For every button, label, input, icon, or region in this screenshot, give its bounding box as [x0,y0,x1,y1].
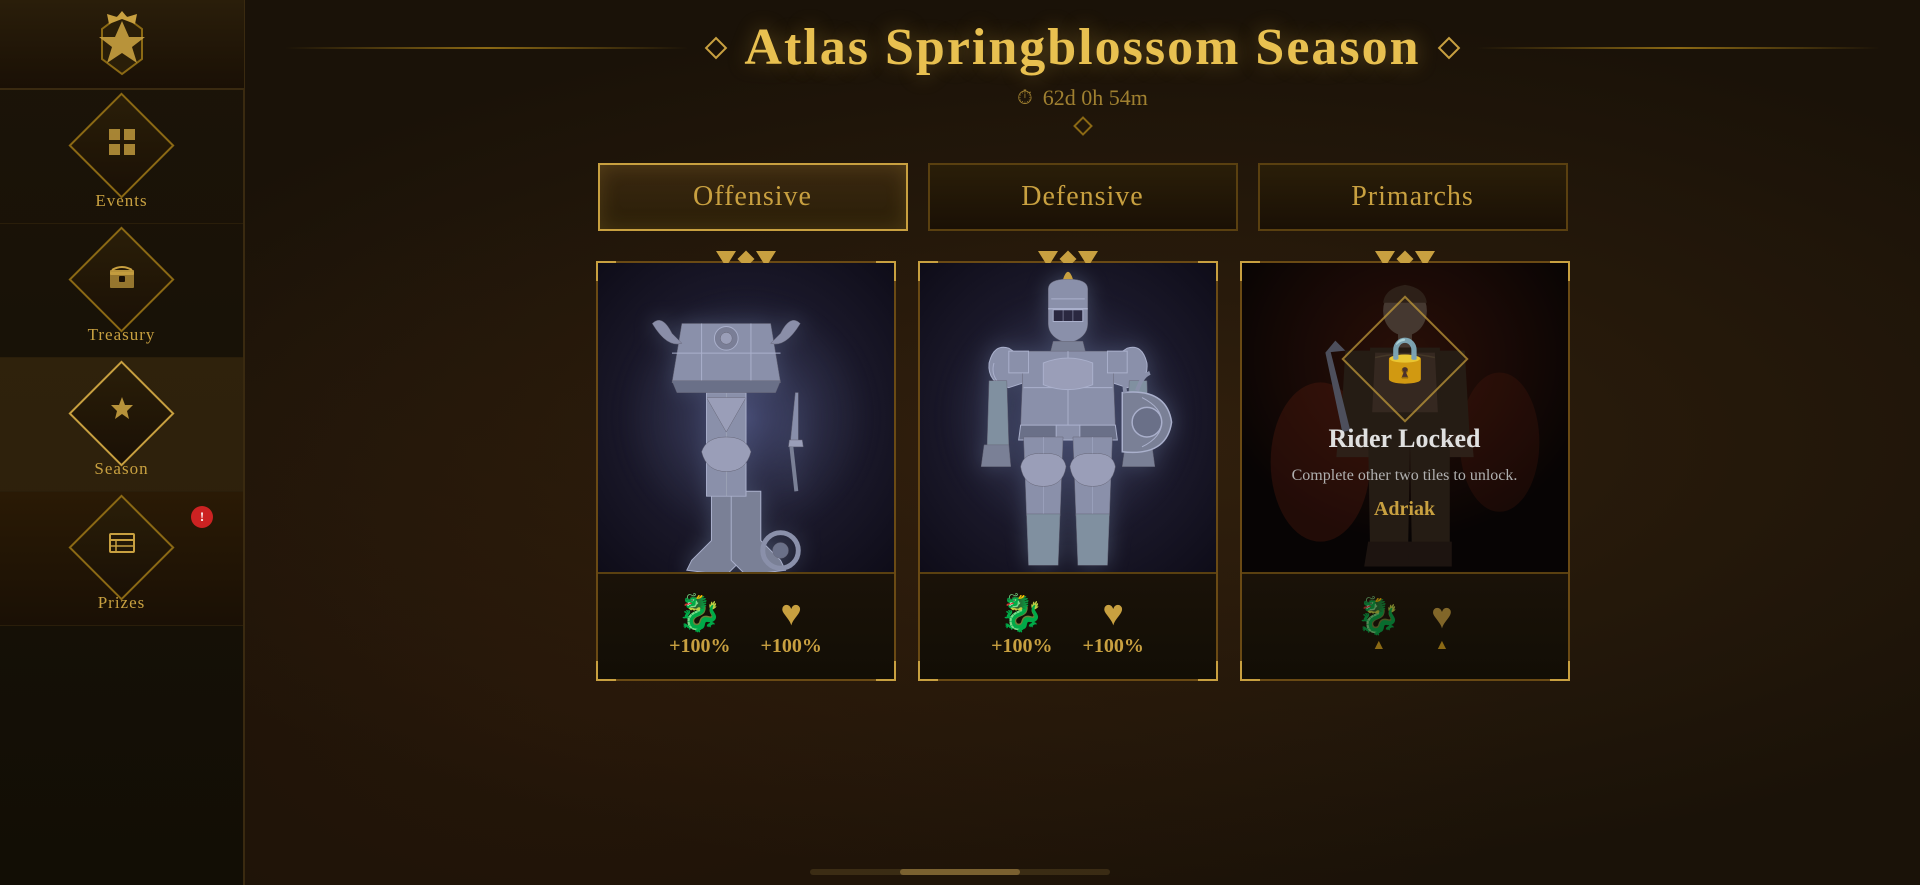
heart-bonus-1: ♥ +100% [761,595,822,658]
timer-text: 62d 0h 54m [1043,85,1148,111]
timer-icon: ⏱ [1017,87,1033,110]
dragon-icon-2: 🐉 [999,595,1044,631]
heart-icon-1: ♥ [781,595,802,631]
events-icon [106,126,138,166]
card-3-locked[interactable]: 🔒 Rider Locked Complete other two tiles … [1240,261,1570,681]
tab-offensive[interactable]: Offensive [598,163,908,231]
dragon-percent-2: +100% [991,635,1052,658]
sidebar-item-season[interactable]: Season [0,358,243,492]
locked-name: Adriak [1374,498,1435,521]
prizes-icon-wrap [84,510,159,585]
locked-overlay: 🔒 Rider Locked Complete other two tiles … [1242,263,1568,572]
heart-percent-2: +100% [1083,635,1144,658]
tab-defensive[interactable]: Defensive [928,163,1238,231]
card-2[interactable]: 🐉 +100% ♥ +100% [918,261,1218,681]
card-2-icons: 🐉 +100% ♥ +100% [991,595,1144,658]
heart-bonus-2: ♥ +100% [1083,595,1144,658]
dragon-bonus-3: 🐉 ▲ [1356,598,1401,654]
header-diamond-bottom [1073,116,1093,136]
sidebar-item-events[interactable]: Events [0,90,243,224]
card-1-image [598,263,894,572]
page-title: Atlas Springblossom Season [744,18,1420,77]
card-1-bottom: 🐉 +100% ♥ +100% [598,572,894,679]
dragon-bonus-1: 🐉 +100% [669,595,730,658]
timer-row: ⏱ 62d 0h 54m [1017,85,1148,111]
season-icon-wrap [84,376,159,451]
heart-arrow-3: ▲ [1435,638,1449,654]
title-diamond-right [1437,36,1460,59]
dragon-arrow-3: ▲ [1372,638,1386,654]
cards-row: 🐉 +100% ♥ +100% [573,261,1593,681]
scrollbar[interactable] [810,869,1110,875]
locked-title: Rider Locked [1329,424,1481,454]
card-3-icons: 🐉 ▲ ♥ ▲ [1356,598,1452,654]
sidebar-item-prizes[interactable]: ! Prizes [0,492,243,626]
heart-icon-3: ♥ [1431,598,1452,634]
sidebar-item-treasury[interactable]: Treasury [0,224,243,358]
sidebar-logo[interactable] [0,0,244,90]
treasury-icon [106,260,138,300]
treasury-icon-wrap [84,242,159,317]
dragon-icon-1: 🐉 [677,595,722,631]
scrollbar-thumb [900,869,1020,875]
dragon-icon-3: 🐉 [1356,598,1401,634]
logo-icon [87,9,157,79]
card-3-bottom: 🐉 ▲ ♥ ▲ [1242,572,1568,679]
prizes-icon [106,528,138,568]
title-line-left [285,47,688,49]
tabs-row: Offensive Defensive Primarchs [598,163,1568,231]
locked-desc: Complete other two tiles to unlock. [1272,464,1538,488]
card-3-image: 🔒 Rider Locked Complete other two tiles … [1242,263,1568,572]
tab-primarchs[interactable]: Primarchs [1258,163,1568,231]
card-1[interactable]: 🐉 +100% ♥ +100% [596,261,896,681]
main-content: Atlas Springblossom Season ⏱ 62d 0h 54m … [245,0,1920,885]
sidebar: Events Treasury Season [0,0,245,885]
season-icon [106,394,138,434]
title-diamond-left [705,36,728,59]
title-row: Atlas Springblossom Season [285,18,1880,77]
card-1-icons: 🐉 +100% ♥ +100% [669,595,822,658]
card-2-image [920,263,1216,572]
page-header: Atlas Springblossom Season ⏱ 62d 0h 54m [285,0,1880,133]
heart-bonus-3: ♥ ▲ [1431,598,1452,654]
card-2-bottom: 🐉 +100% ♥ +100% [920,572,1216,679]
dragon-percent-1: +100% [669,635,730,658]
dragon-bonus-2: 🐉 +100% [991,595,1052,658]
notification-badge: ! [191,506,213,528]
heart-percent-1: +100% [761,635,822,658]
events-icon-wrap [84,108,159,183]
title-line-right [1477,47,1880,49]
heart-icon-2: ♥ [1103,595,1124,631]
